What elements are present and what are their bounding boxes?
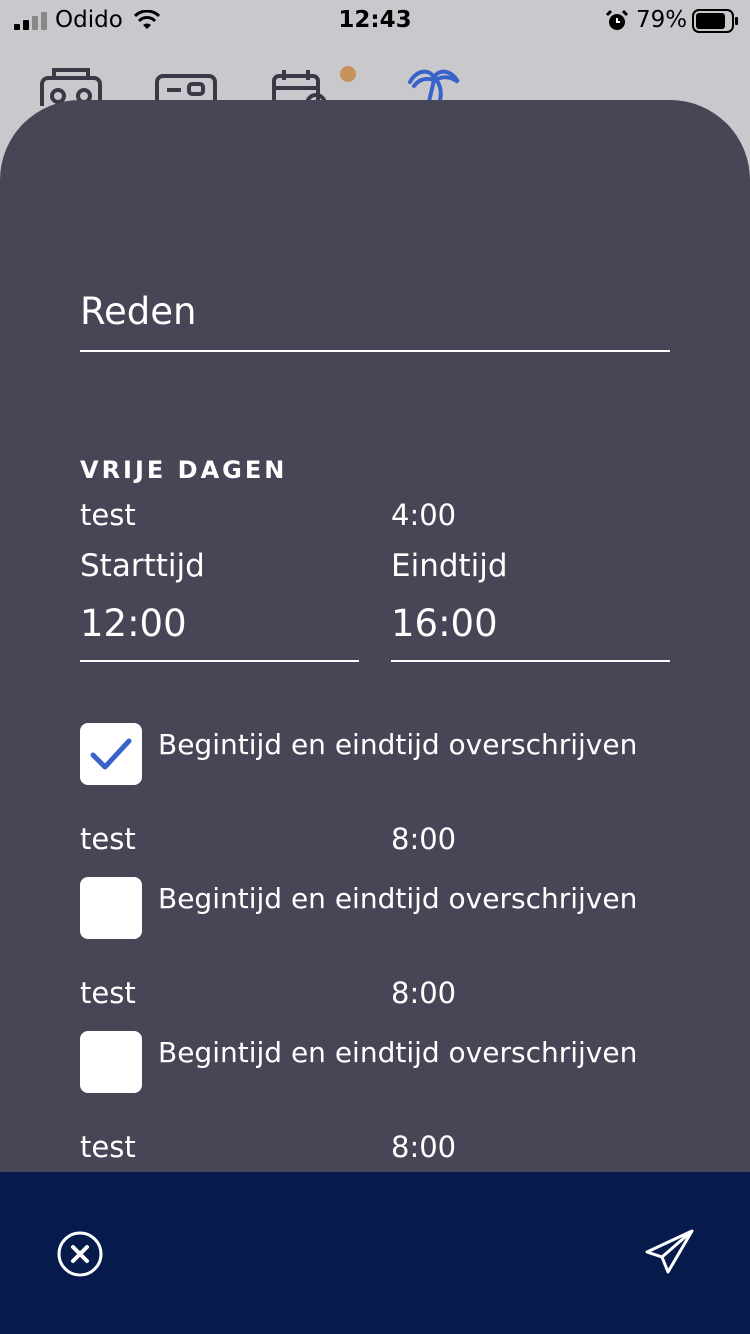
send-icon[interactable] (644, 1228, 696, 1276)
bottom-action-bar (0, 1172, 750, 1334)
day-name: test (80, 498, 136, 532)
leave-request-sheet: Reden VRIJE DAGEN test 4:00 Starttijd Ei… (0, 100, 750, 1334)
start-time-label: Starttijd (80, 548, 205, 584)
day-hours: 8:00 (391, 1130, 457, 1164)
end-time-label: Eindtijd (391, 548, 508, 584)
section-title: VRIJE DAGEN (80, 456, 288, 484)
override-label: Begintijd en eindtijd overschrijven (158, 882, 638, 915)
day-name: test (80, 822, 136, 856)
override-checkbox[interactable] (80, 1031, 142, 1093)
override-checkbox-checked[interactable] (80, 723, 142, 785)
start-time-value: 12:00 (80, 602, 187, 645)
override-label: Begintijd en eindtijd overschrijven (158, 728, 638, 761)
end-time-value: 16:00 (391, 602, 498, 645)
day-hours: 8:00 (391, 822, 457, 856)
checkmark-icon (90, 738, 132, 770)
day-hours: 4:00 (391, 498, 457, 532)
notification-dot (340, 66, 356, 82)
override-checkbox[interactable] (80, 877, 142, 939)
start-time-input[interactable]: 12:00 (80, 598, 359, 662)
battery-icon (692, 9, 738, 33)
status-bar: Odido 12:43 79% (0, 0, 750, 44)
day-name: test (80, 1130, 136, 1164)
close-circle-icon[interactable] (56, 1230, 104, 1278)
reason-input[interactable]: Reden (80, 286, 670, 352)
reason-placeholder: Reden (80, 290, 197, 333)
alarm-icon (605, 9, 629, 30)
end-time-input[interactable]: 16:00 (391, 598, 670, 662)
day-hours: 8:00 (391, 976, 457, 1010)
override-label: Begintijd en eindtijd overschrijven (158, 1036, 638, 1069)
day-name: test (80, 976, 136, 1010)
battery-percentage: 79% (636, 7, 688, 33)
